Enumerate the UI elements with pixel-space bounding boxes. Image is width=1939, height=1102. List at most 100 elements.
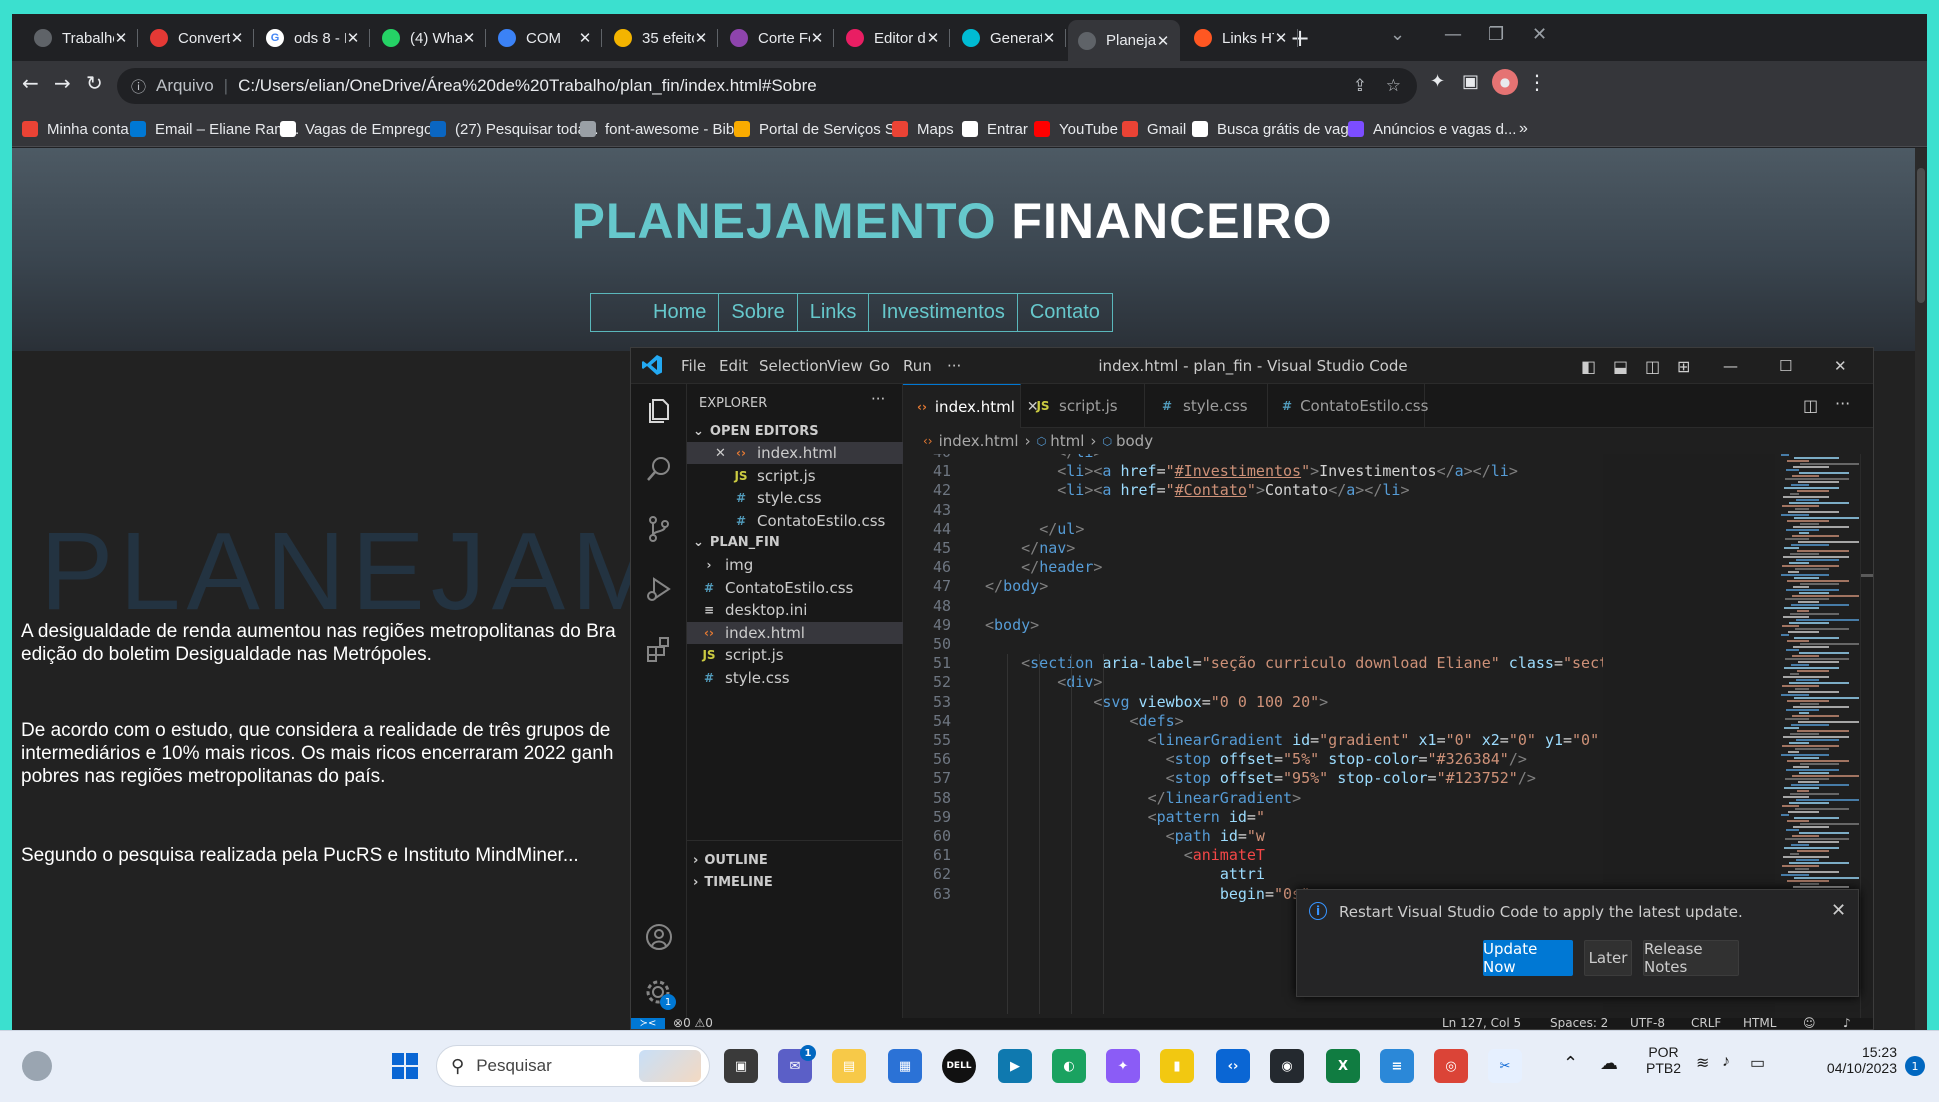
editor-tab[interactable]: JS script.js [1021,384,1145,428]
close-notification-icon[interactable]: ✕ [1831,900,1846,921]
taskbar-search-box[interactable]: ⚲ Pesquisar [436,1045,710,1087]
menu-go[interactable]: Go [869,357,890,375]
browser-tab[interactable]: (4) What ✕ [372,20,486,56]
toggle-secondary-sidebar-icon[interactable]: ◫ [1645,357,1660,376]
code-line[interactable]: </body> [985,574,1048,598]
cursor-position[interactable]: Ln 127, Col 5 [1442,1016,1521,1029]
browser-tab[interactable]: Links HT✕ [1184,20,1298,56]
nav-link-sobre[interactable]: Sobre [718,294,796,331]
tab-close-icon[interactable]: ✕ [114,29,128,47]
browser-tab[interactable]: 35 efeito ✕ [604,20,718,56]
browser-tab[interactable]: Trabalho✕ [24,20,138,56]
tab-close-icon[interactable]: ✕ [1156,32,1170,50]
release-notes-button[interactable]: Release Notes [1643,940,1739,976]
vscode-minimize-button[interactable]: — [1723,357,1738,375]
tab-close-icon[interactable]: ✕ [578,29,592,47]
minimize-button[interactable]: — [1444,24,1462,45]
page-scroll-thumb[interactable] [1917,168,1925,303]
open-editor-item[interactable]: # style.css [687,487,903,509]
editor-tab[interactable]: # style.css [1145,384,1268,428]
tab-close-icon[interactable]: ✕ [810,29,824,47]
code-line[interactable]: begin="0s" [985,882,1310,906]
tab-search-icon[interactable]: ⌄ [1390,24,1405,45]
timeline-header[interactable]: › TIMELINE [687,871,903,893]
edge-icon[interactable]: ◐ [1052,1049,1086,1083]
menu-view[interactable]: View [827,357,863,375]
start-button[interactable] [388,1049,422,1083]
vscode-close-button[interactable]: ✕ [1834,357,1847,375]
editor-tab[interactable]: ‹› index.html ✕ [903,384,1039,428]
browser-tab[interactable]: Gods 8 - P✕ [256,20,370,56]
tab-close-icon[interactable]: ✕ [694,29,708,47]
menu-more[interactable]: ··· [947,357,961,375]
open-editor-item[interactable]: # ContatoEstilo.css [687,510,903,532]
later-button[interactable]: Later [1584,940,1632,976]
file-explorer-icon[interactable]: ▤ [832,1049,866,1083]
tab-close-icon[interactable]: ✕ [230,29,244,47]
bookmark-item[interactable]: Gmail [1122,111,1186,147]
github-icon[interactable]: ◉ [1270,1049,1304,1083]
more-bookmarks-icon[interactable]: » [1519,111,1528,147]
onedrive-icon[interactable]: ☁ [1600,1053,1618,1074]
snipping-tool-icon[interactable]: ✂ [1488,1049,1522,1083]
teams-chat-icon[interactable]: ✉ 1 [778,1045,816,1083]
folder-item[interactable]: › img [687,554,903,576]
share-icon[interactable]: ⇪ [1353,76,1367,96]
file-item[interactable]: ≡ desktop.ini [687,599,903,621]
run-debug-icon[interactable] [644,574,674,604]
editor-more-icon[interactable]: ··· [1835,394,1850,413]
clock[interactable]: 15:23 04/10/2023 [1813,1044,1897,1076]
extensions-icon[interactable] [644,634,674,664]
open-editors-header[interactable]: ⌄ OPEN EDITORS [687,420,903,442]
code-line[interactable]: <body> [985,613,1039,637]
power-bi-icon[interactable]: ▮ [1160,1049,1194,1083]
toggle-panel-icon[interactable]: ⬓ [1613,357,1628,376]
forward-icon[interactable]: → [54,71,71,95]
outline-header[interactable]: › OUTLINE [687,849,903,871]
breadcrumb-file[interactable]: index.html [939,432,1019,450]
browser-tab[interactable]: Editor de✕ [836,20,950,56]
dell-icon[interactable]: DELL [942,1049,976,1083]
tab-close-icon[interactable]: ✕ [462,29,476,47]
feedback-icon[interactable]: ☺ [1803,1016,1816,1029]
bookmark-star-icon[interactable]: ☆ [1386,76,1401,96]
bookmark-item[interactable]: Portal de Serviços S... [734,111,907,147]
browser-tab[interactable]: Planejam✕ [1068,20,1180,61]
vscode-icon[interactable]: ‹› [1216,1049,1250,1083]
menu-selection[interactable]: Selection [759,357,828,375]
explorer-more-icon[interactable]: ··· [871,390,885,408]
prime-video-icon[interactable]: ▶ [998,1049,1032,1083]
side-panel-icon[interactable]: ▣ [1462,71,1479,92]
vscode-maximize-button[interactable]: ☐ [1779,357,1792,375]
customize-layout-icon[interactable]: ⊞ [1677,357,1690,376]
nav-link-links[interactable]: Links [796,294,869,331]
tab-close-icon[interactable]: ✕ [346,29,360,47]
eol-status[interactable]: CRLF [1691,1016,1721,1029]
nav-link-investimentos[interactable]: Investimentos [868,294,1016,331]
problems-status[interactable]: ⊗0 ⚠0 [673,1016,713,1029]
notification-badge[interactable]: 1 [1905,1056,1925,1076]
notepad-icon[interactable]: ≡ [1380,1049,1414,1083]
manage-gear-icon[interactable]: 1 [644,978,676,1010]
close-window-button[interactable]: ✕ [1532,24,1547,45]
tab-close-icon[interactable]: ✕ [1274,29,1288,47]
breadcrumb-body[interactable]: body [1116,432,1153,450]
profile-avatar[interactable]: ● [1492,69,1518,95]
code-line[interactable]: <li><a href="#Contato">Contato</a></li> [985,478,1409,502]
accounts-icon[interactable] [644,922,674,952]
nav-link-home[interactable]: Home [591,294,718,331]
tab-close-icon[interactable]: ✕ [926,29,940,47]
excel-icon[interactable]: X [1326,1049,1360,1083]
browser-tab[interactable]: Corte Fo✕ [720,20,834,56]
open-editor-item[interactable]: JS script.js [687,465,903,487]
info-icon[interactable]: ⓘ [131,76,146,97]
language-status[interactable]: HTML [1743,1016,1776,1029]
browser-tab[interactable]: COM ✕ [488,20,602,56]
chrome-icon[interactable]: ◎ [1434,1049,1468,1083]
battery-icon[interactable]: ▭ [1750,1053,1765,1073]
copilot-icon[interactable]: ✦ [1106,1049,1140,1083]
bookmark-item[interactable]: YouTube [1034,111,1118,147]
browser-menu-icon[interactable]: ⋮ [1527,70,1547,94]
bookmark-item[interactable]: (27) Pesquisar toda... [430,111,598,147]
nav-link-contato[interactable]: Contato [1016,294,1112,331]
